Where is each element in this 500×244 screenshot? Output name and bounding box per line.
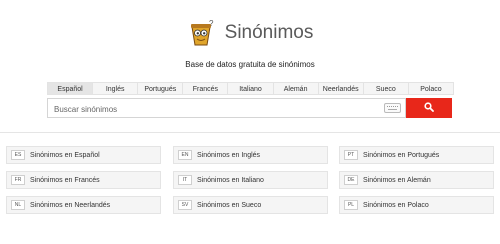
tab-ingles[interactable]: Inglés — [92, 82, 139, 95]
language-tabs: Español Inglés Portugués Francés Italian… — [47, 82, 454, 95]
link-sinonimos-aleman[interactable]: DE Sinónimos en Alemán — [339, 171, 494, 189]
tab-polaco[interactable]: Polaco — [407, 82, 454, 95]
mascot-logo-icon: ? — [187, 18, 217, 48]
language-code-badge: NL — [11, 200, 25, 210]
tab-neerlandes[interactable]: Neerlandés — [317, 82, 364, 95]
link-sinonimos-polaco[interactable]: PL Sinónimos en Polaco — [339, 196, 494, 214]
link-label: Sinónimos en Sueco — [197, 201, 262, 209]
tab-aleman[interactable]: Alemán — [272, 82, 319, 95]
tab-italiano[interactable]: Italiano — [227, 82, 274, 95]
link-sinonimos-sueco[interactable]: SV Sinónimos en Sueco — [173, 196, 328, 214]
language-code-badge: ES — [11, 150, 25, 160]
link-sinonimos-neerlandes[interactable]: NL Sinónimos en Neerlandés — [6, 196, 161, 214]
link-label: Sinónimos en Polaco — [363, 201, 429, 209]
language-code-badge: EN — [178, 150, 192, 160]
logo[interactable]: ? Sinónimos — [187, 18, 314, 48]
language-code-badge: PT — [344, 150, 358, 160]
tab-espanol[interactable]: Español — [47, 82, 94, 95]
tab-frances[interactable]: Francés — [182, 82, 229, 95]
link-label: Sinónimos en Portugués — [363, 151, 440, 159]
search-box — [47, 98, 406, 119]
language-code-badge: SV — [178, 200, 192, 210]
link-label: Sinónimos en Francés — [30, 176, 100, 184]
link-label: Sinónimos en Español — [30, 151, 100, 159]
link-sinonimos-frances[interactable]: FR Sinónimos en Francés — [6, 171, 161, 189]
link-label: Sinónimos en Italiano — [197, 176, 264, 184]
link-sinonimos-italiano[interactable]: IT Sinónimos en Italiano — [173, 171, 328, 189]
language-code-badge: FR — [11, 175, 25, 185]
language-code-badge: IT — [178, 175, 192, 185]
site-title: Sinónimos — [224, 22, 314, 43]
tab-portugues[interactable]: Portugués — [137, 82, 184, 95]
link-label: Sinónimos en Alemán — [363, 176, 431, 184]
link-label: Sinónimos en Inglés — [197, 151, 261, 159]
language-code-badge: DE — [344, 175, 358, 185]
site-header: ? Sinónimos — [0, 18, 500, 53]
link-sinonimos-ingles[interactable]: EN Sinónimos en Inglés — [173, 146, 328, 164]
svg-text:?: ? — [209, 19, 214, 28]
tagline: Base de datos gratuita de sinónimos — [185, 60, 315, 69]
link-sinonimos-portugues[interactable]: PT Sinónimos en Portugués — [339, 146, 494, 164]
language-code-badge: PL — [344, 200, 358, 210]
virtual-keyboard-icon[interactable] — [384, 103, 401, 113]
search-button[interactable] — [406, 98, 452, 118]
link-sinonimos-espanol[interactable]: ES Sinónimos en Español — [6, 146, 161, 164]
search-input[interactable] — [48, 100, 374, 119]
divider — [0, 132, 500, 133]
tab-sueco[interactable]: Sueco — [362, 82, 409, 95]
link-label: Sinónimos en Neerlandés — [30, 201, 111, 209]
search-icon — [424, 99, 434, 117]
